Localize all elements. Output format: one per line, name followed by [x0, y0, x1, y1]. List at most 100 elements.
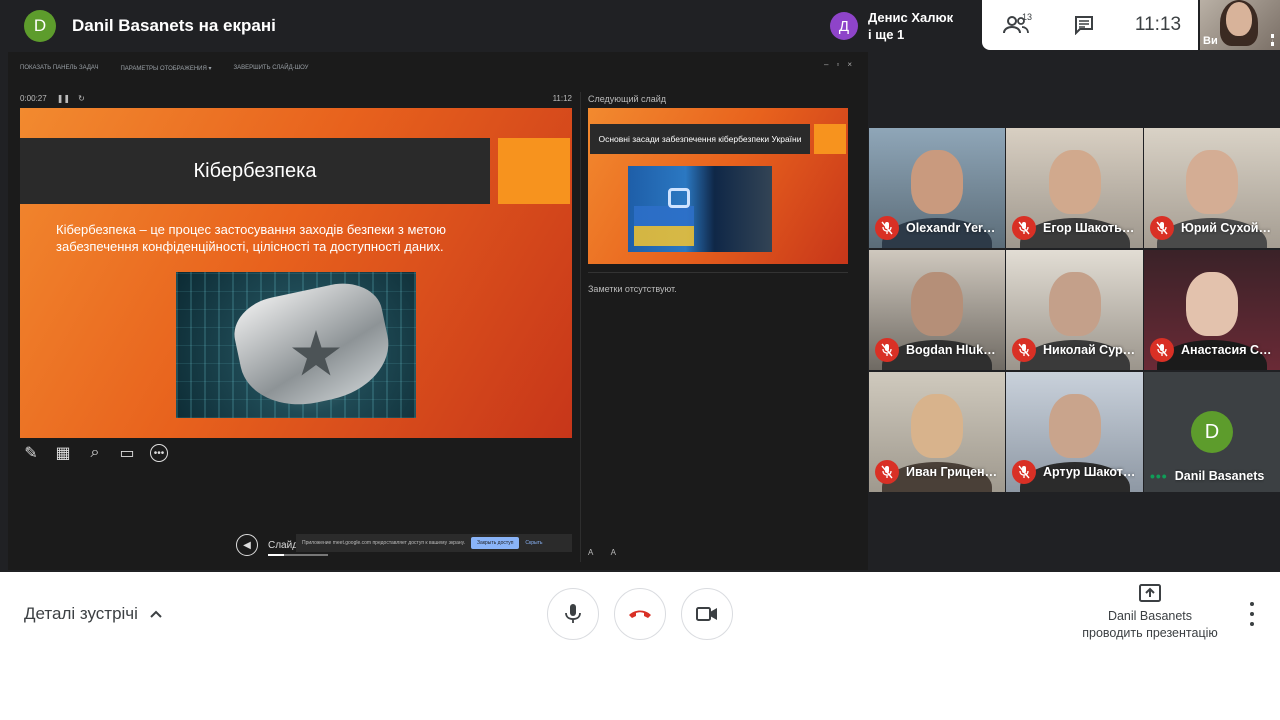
participant-tile[interactable]: Николай Сур…: [1006, 250, 1143, 370]
people-button[interactable]: 13: [982, 0, 1050, 50]
participant-name-row: Анастасия С…: [1150, 338, 1276, 362]
speaker-avatar: Д: [830, 12, 858, 40]
share-notice-text: Приложение meet.google.com предоставляет…: [302, 540, 466, 546]
participant-name-row: Николай Сур…: [1012, 338, 1139, 362]
end-call-button[interactable]: [614, 588, 666, 640]
slide-progress-fill: [268, 554, 284, 556]
display-settings-button[interactable]: ПАРАМЕТРЫ ОТОБРАЖЕНИЯ ▾: [120, 65, 211, 72]
zoom-icon[interactable]: ⌕: [86, 444, 104, 462]
speaker-notes: Заметки отсутствуют.: [588, 284, 677, 294]
participant-name-row: ••• Danil Basanets: [1150, 468, 1276, 484]
participant-name: Юрий Сухой…: [1181, 221, 1271, 235]
mic-off-icon: [1012, 460, 1036, 484]
end-show-button[interactable]: ЗАВЕРШИТЬ СЛАЙД-ШОУ: [233, 65, 308, 71]
stop-sharing-button[interactable]: Закрыть доступ: [471, 537, 520, 549]
meeting-details-label: Деталі зустрічі: [24, 604, 138, 623]
lock-icon: [668, 188, 690, 208]
more-vert-dot: [1250, 622, 1254, 626]
participant-name-row: Егор Шакоть…: [1012, 216, 1139, 240]
speaker-names: Денис Халюк і ще 1: [868, 9, 953, 43]
reset-icon[interactable]: ↻: [78, 94, 85, 106]
participant-face: [1048, 394, 1101, 458]
next-slide-label: Следующий слайд: [588, 94, 667, 104]
self-view-menu-icon[interactable]: [1271, 34, 1274, 46]
timer-row: 0:00:27 ❚❚ ↻ 11:12: [20, 94, 572, 106]
participant-name: Егор Шакоть…: [1043, 221, 1135, 235]
mic-off-icon: [1150, 338, 1174, 362]
more-options-icon[interactable]: •••: [150, 444, 168, 462]
people-count: 13: [1022, 12, 1033, 22]
next-slide-title: Основні засади забезпечення кібербезпеки…: [590, 124, 810, 154]
more-vert-icon: [1250, 602, 1254, 606]
participant-face: [1186, 150, 1238, 214]
hang-up-icon: [629, 610, 651, 618]
participant-name: Olexandr Yer…: [906, 221, 996, 235]
slide-tools: ✎ ▦ ⌕ ▭ •••: [22, 444, 168, 462]
current-slide: Кібербезпека Кібербезпека – це процес за…: [20, 108, 572, 438]
participant-name-row: Иван Грицен…: [875, 460, 1001, 484]
mic-off-icon: [875, 460, 899, 484]
presenting-status[interactable]: Danil Basanets проводить презентацію: [1070, 584, 1230, 642]
participant-tile[interactable]: Артур Шакот…: [1006, 372, 1143, 492]
header-controls: 13 11:13: [982, 0, 1198, 50]
meeting-details-button[interactable]: Деталі зустрічі: [24, 604, 164, 624]
presenter-banner-title: Danil Basanets на екрані: [72, 16, 276, 35]
participant-tile[interactable]: Olexandr Yer…: [869, 128, 1005, 248]
participant-tile[interactable]: Егор Шакоть…: [1006, 128, 1143, 248]
show-taskbar-button[interactable]: ПОКАЗАТЬ ПАНЕЛЬ ЗАДАЧ: [20, 65, 98, 71]
mic-off-icon: [875, 216, 899, 240]
notes-font-size-controls[interactable]: A A: [588, 548, 624, 557]
window-controls[interactable]: –▫×: [824, 60, 860, 69]
previous-slide-icon[interactable]: ◀: [236, 534, 258, 556]
more-vert-dot: [1250, 612, 1254, 616]
self-face: [1226, 2, 1252, 36]
mic-off-icon: [1150, 216, 1174, 240]
participant-name-row: Артур Шакот…: [1012, 460, 1139, 484]
participant-tile[interactable]: Bogdan Hluk…: [869, 250, 1005, 370]
flag-shape: [634, 206, 694, 246]
participant-tile[interactable]: Анастасия С…: [1144, 250, 1280, 370]
participant-face: [911, 150, 963, 214]
hide-notice-link[interactable]: Скрыть: [525, 540, 542, 546]
more-options-button[interactable]: [1242, 602, 1262, 626]
chat-icon: [1075, 16, 1093, 35]
next-slide-accent: [814, 124, 846, 154]
slide-accent-block: [498, 138, 570, 204]
participant-face: [1186, 272, 1238, 336]
security-badge-image: [176, 272, 416, 418]
meeting-clock: 11:13: [1134, 14, 1182, 35]
participant-face: [1048, 150, 1101, 214]
participant-name: Danil Basanets: [1174, 469, 1265, 483]
participant-tile[interactable]: D ••• Danil Basanets: [1144, 372, 1280, 492]
shared-screen: ПОКАЗАТЬ ПАНЕЛЬ ЗАДАЧ ПАРАМЕТРЫ ОТОБРАЖЕ…: [8, 52, 868, 570]
next-slide-preview[interactable]: Основні засади забезпечення кібербезпеки…: [588, 108, 848, 264]
microphone-icon: [565, 604, 581, 623]
mic-off-icon: [1012, 338, 1036, 362]
all-slides-icon[interactable]: ▦: [54, 444, 72, 462]
participant-name: Артур Шакот…: [1043, 465, 1136, 479]
present-screen-icon: [1139, 584, 1161, 602]
black-screen-icon[interactable]: ▭: [118, 444, 136, 462]
pause-icon[interactable]: ❚❚: [57, 94, 70, 106]
pane-divider[interactable]: [580, 92, 581, 562]
slide-title: Кібербезпека: [20, 138, 490, 204]
participant-name: Анастасия С…: [1181, 343, 1272, 357]
pen-icon[interactable]: ✎: [22, 444, 40, 462]
participant-face: [911, 272, 963, 336]
participant-name: Николай Сур…: [1043, 343, 1136, 357]
mic-off-icon: [1012, 216, 1036, 240]
microphone-button[interactable]: [547, 588, 599, 640]
speaker-others: і ще 1: [868, 27, 905, 42]
active-speaker-card[interactable]: Д Денис Халюк і ще 1: [822, 0, 982, 52]
presenting-name: Danil Basanets: [1107, 609, 1193, 623]
notes-separator: [588, 272, 848, 273]
screen-share-notice: Приложение meet.google.com предоставляет…: [296, 534, 572, 552]
presenter-toolbar: ПОКАЗАТЬ ПАНЕЛЬ ЗАДАЧ ПАРАМЕТРЫ ОТОБРАЖЕ…: [20, 60, 860, 76]
participant-tile[interactable]: Иван Грицен…: [869, 372, 1005, 492]
camera-button[interactable]: [681, 588, 733, 640]
self-view-tile[interactable]: Ви: [1200, 0, 1280, 50]
speaking-indicator-icon: •••: [1150, 468, 1168, 484]
chat-button[interactable]: [1050, 0, 1118, 50]
slide-body-text: Кібербезпека – це процес застосування за…: [56, 222, 446, 254]
participant-tile[interactable]: Юрий Сухой…: [1144, 128, 1280, 248]
